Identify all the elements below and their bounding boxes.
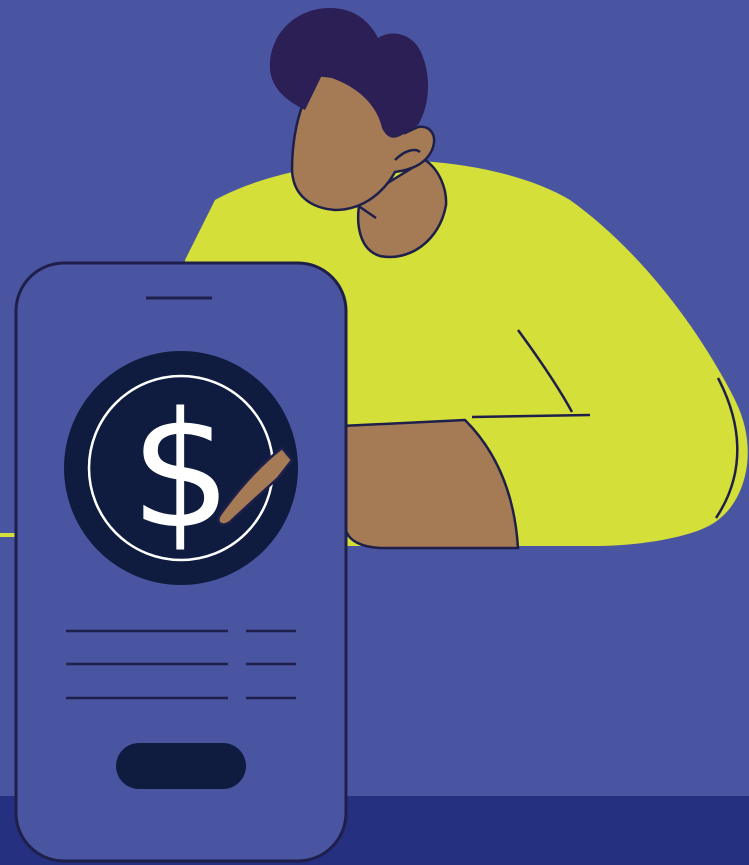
illustration-canvas: $ xyxy=(0,0,749,865)
pill-button-icon xyxy=(116,743,246,789)
illustration-scene: $ xyxy=(0,0,749,865)
smartphone-icon: $ xyxy=(14,261,348,863)
currency-symbol: $ xyxy=(130,377,232,564)
accent-line xyxy=(0,533,16,537)
